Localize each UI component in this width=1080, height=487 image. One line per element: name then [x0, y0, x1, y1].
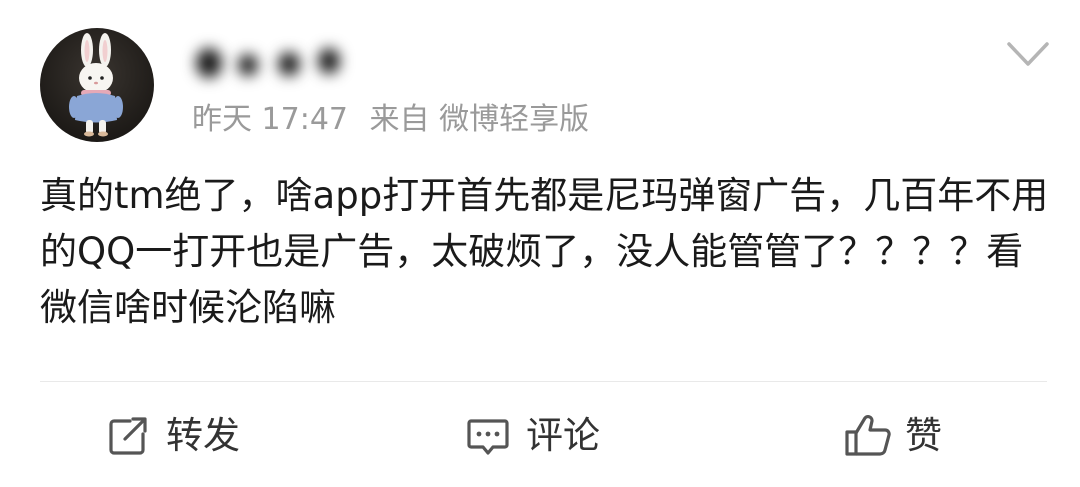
blur-mark	[196, 48, 222, 78]
blur-mark	[278, 52, 300, 76]
comment-icon	[464, 412, 512, 460]
weibo-post-card: 昨天 17:47 来自 微博轻享版 真的tm绝了，啥app打开首先都是尼玛弹窗广…	[0, 0, 1080, 487]
like-label: 赞	[905, 414, 942, 457]
post-meta: 昨天 17:47 来自 微博轻享版	[192, 98, 601, 142]
repost-icon	[104, 412, 152, 460]
post-timestamp: 昨天 17:47	[192, 102, 348, 137]
repost-label: 转发	[166, 414, 240, 457]
bunny-avatar-image	[69, 33, 123, 137]
comment-button[interactable]: 评论	[464, 408, 600, 464]
post-content: 真的tm绝了，啥app打开首先都是尼玛弹窗广告，几百年不用的QQ一打开也是广告，…	[40, 174, 1049, 329]
repost-button[interactable]: 转发	[104, 408, 240, 464]
comment-label: 评论	[526, 414, 600, 457]
avatar[interactable]	[40, 28, 154, 142]
divider	[40, 381, 1047, 382]
blur-mark	[238, 54, 258, 76]
thumbs-up-icon	[843, 412, 891, 460]
post-source[interactable]: 来自 微博轻享版	[370, 102, 590, 137]
username-blurred[interactable]	[190, 38, 360, 88]
chevron-down-icon[interactable]	[1006, 40, 1050, 70]
like-button[interactable]: 赞	[843, 408, 942, 464]
blur-mark	[318, 48, 340, 74]
